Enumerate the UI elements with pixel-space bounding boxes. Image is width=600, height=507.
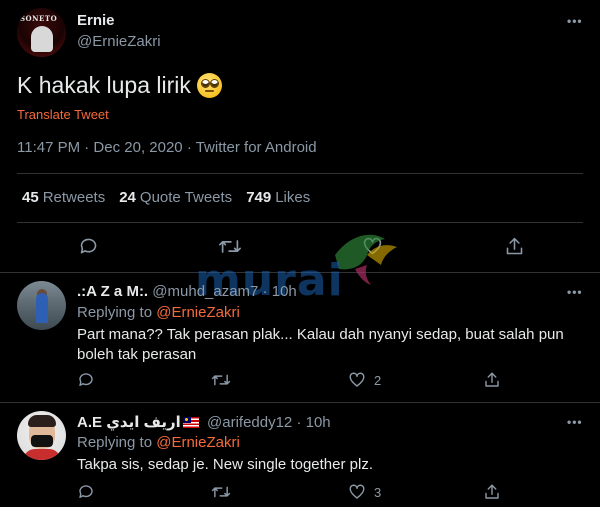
reply-icon (80, 238, 97, 254)
heart-icon (349, 372, 365, 387)
retweets-stat[interactable]: 45 Retweets (22, 189, 105, 206)
heart-icon (349, 484, 365, 499)
reply-icon (79, 373, 93, 386)
like-button[interactable]: 2 (348, 371, 381, 389)
share-button[interactable] (504, 236, 525, 257)
retweets-label: Retweets (42, 189, 106, 206)
main-action-bar (0, 236, 600, 260)
tweet-text-content: K hakak lupa lirik (17, 72, 191, 98)
likes-stat[interactable]: 749 Likes (246, 189, 310, 206)
heart-icon (363, 237, 382, 255)
replying-to-prefix: Replying to (77, 434, 153, 451)
reply-display-name: .:A Z a M:. (77, 283, 149, 300)
share-button[interactable] (483, 371, 501, 389)
divider (17, 222, 583, 223)
reply-button[interactable] (77, 371, 95, 389)
replying-to-mention[interactable]: @ErnieZakri (156, 304, 240, 321)
malaysia-flag-icon (182, 417, 199, 428)
more-options-icon[interactable]: ••• (567, 415, 583, 429)
replying-to: Replying to @ErnieZakri (77, 304, 240, 321)
reply-icon (79, 485, 93, 498)
reply-handle: @muhd_azam7 · 10h (152, 283, 297, 300)
like-button[interactable] (362, 236, 383, 257)
avatar[interactable] (17, 411, 66, 460)
main-tweet: SONETO Ernie @ErnieZakri ••• K hakak lup… (0, 0, 600, 273)
retweet-icon (219, 240, 241, 253)
like-button[interactable]: 3 (348, 483, 381, 501)
retweet-button[interactable] (211, 371, 231, 389)
tweet-text: K hakak lupa lirik (17, 72, 222, 99)
translate-tweet-link[interactable]: Translate Tweet (17, 107, 109, 122)
replying-to-mention[interactable]: @ErnieZakri (156, 434, 240, 451)
avatar-figure (31, 26, 53, 52)
share-icon (485, 372, 499, 387)
reply-tweet[interactable]: A.E اريف ايدي @arifeddy12 · 10h ••• Repl… (0, 403, 600, 507)
reply-button[interactable] (77, 483, 95, 501)
avatar-logo-text: SONETO (20, 14, 58, 23)
quote-tweets-count: 24 (119, 189, 136, 206)
author-handle[interactable]: @ErnieZakri (77, 33, 161, 50)
replying-to: Replying to @ErnieZakri (77, 434, 240, 451)
retweet-icon (211, 374, 231, 386)
share-icon (485, 484, 499, 499)
replying-to-prefix: Replying to (77, 304, 153, 321)
reply-author[interactable]: A.E اريف ايدي @arifeddy12 · 10h (77, 413, 331, 431)
reply-author[interactable]: .:A Z a M:. @muhd_azam7 · 10h (77, 283, 297, 300)
quote-tweets-stat[interactable]: 24 Quote Tweets (119, 189, 232, 206)
avatar[interactable]: SONETO (17, 8, 66, 57)
share-button[interactable] (483, 483, 501, 501)
retweets-count: 45 (22, 189, 39, 206)
tweet-timestamp[interactable]: 11:47 PM · Dec 20, 2020 · Twitter for An… (17, 139, 317, 156)
more-options-icon[interactable]: ••• (567, 14, 583, 28)
reply-handle: @arifeddy12 · 10h (207, 414, 331, 431)
likes-count: 749 (246, 189, 272, 206)
retweet-icon (211, 486, 231, 498)
rolling-eyes-emoji-icon (196, 73, 222, 98)
more-options-icon[interactable]: ••• (567, 285, 583, 299)
reply-button[interactable] (78, 236, 99, 257)
retweet-button[interactable] (218, 236, 242, 257)
quote-tweets-label: Quote Tweets (139, 189, 233, 206)
author-display-name[interactable]: Ernie (77, 12, 115, 29)
divider (17, 173, 583, 174)
reply-tweet[interactable]: .:A Z a M:. @muhd_azam7 · 10h ••• Replyi… (0, 273, 600, 402)
share-icon (506, 237, 523, 255)
reply-text: Part mana?? Tak perasan plak... Kalau da… (77, 326, 564, 363)
reply-action-bar: 2 (0, 371, 600, 395)
like-count: 3 (374, 484, 382, 500)
avatar[interactable] (17, 281, 66, 330)
tweet-stats: 45 Retweets 24 Quote Tweets 749 Likes (22, 189, 310, 206)
likes-label: Likes (275, 189, 311, 206)
reply-action-bar: 3 (0, 483, 600, 507)
reply-display-name: A.E اريف ايدي (77, 414, 181, 431)
retweet-button[interactable] (211, 483, 231, 501)
like-count: 2 (374, 372, 382, 388)
reply-text: Takpa sis, sedap je. New single together… (77, 456, 373, 473)
